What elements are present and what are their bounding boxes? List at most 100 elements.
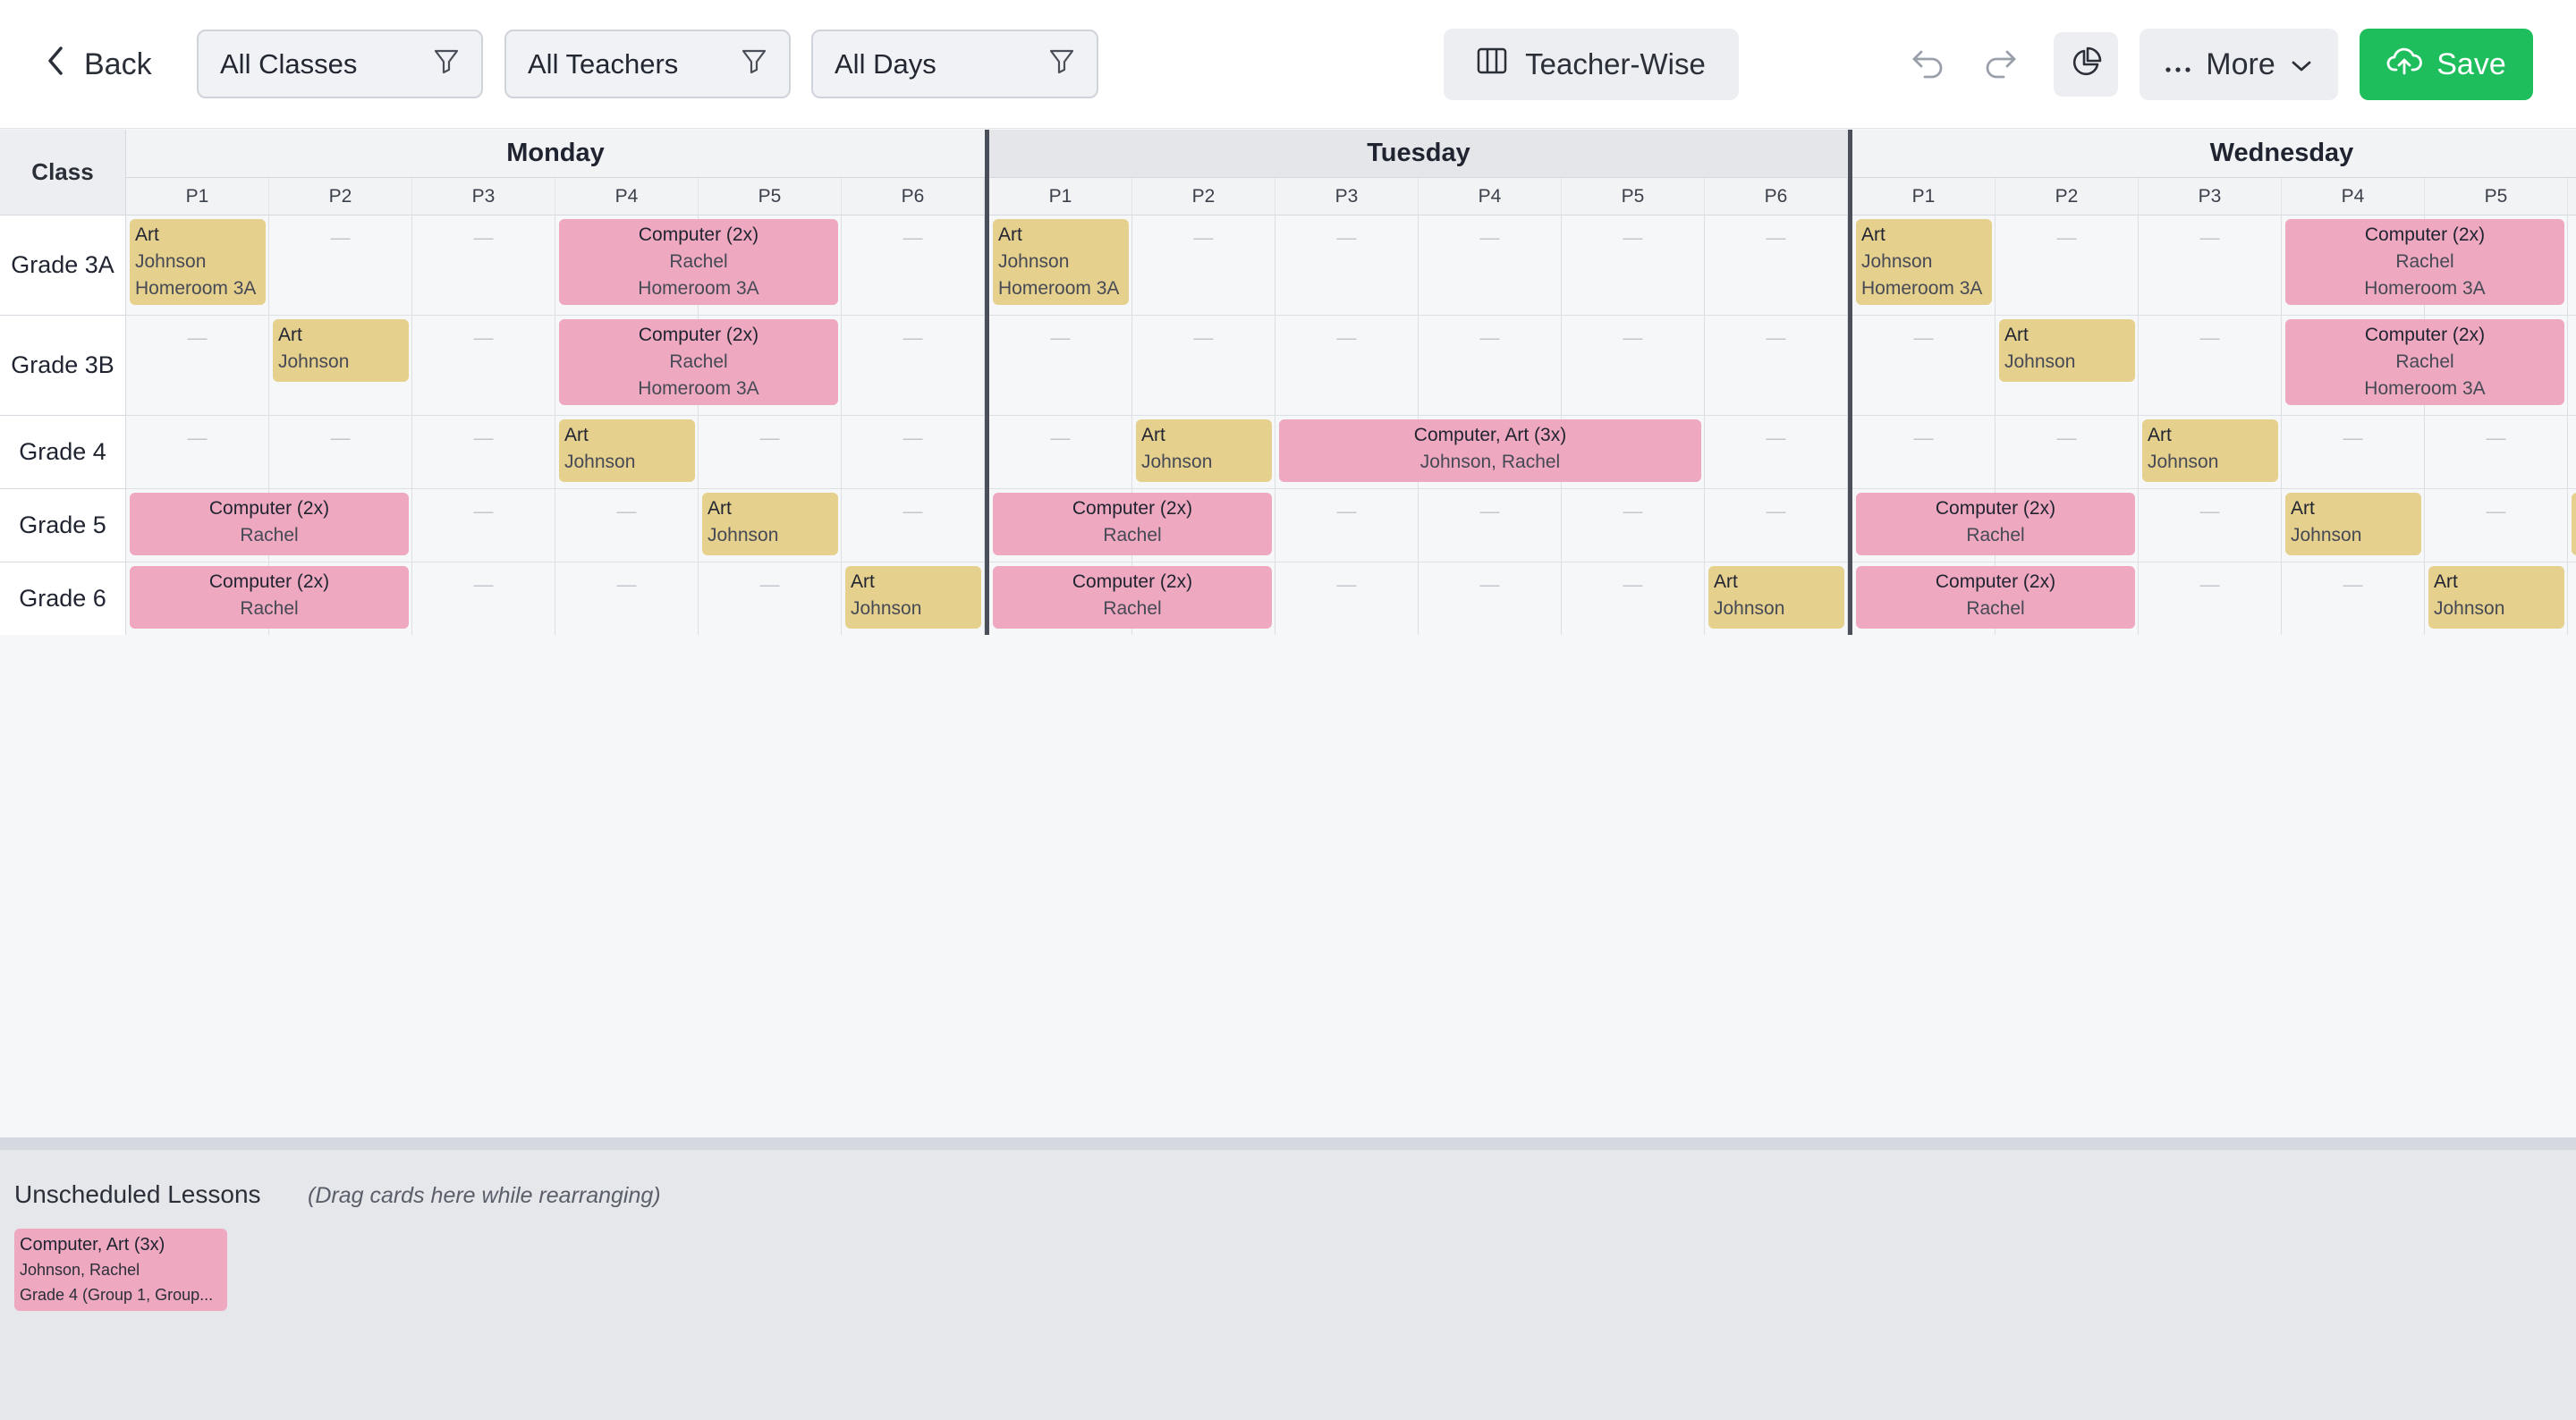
view-mode-button[interactable]: Teacher-Wise bbox=[1444, 29, 1739, 100]
lesson-card-art[interactable]: ArtJohnson bbox=[273, 319, 409, 382]
unscheduled-lessons-panel[interactable]: Unscheduled Lessons (Drag cards here whi… bbox=[0, 1137, 2576, 1420]
timetable-cell[interactable]: — bbox=[412, 316, 555, 416]
lesson-card-art[interactable]: ArtJohnson bbox=[2572, 493, 2576, 555]
timetable-cell[interactable]: — bbox=[699, 416, 842, 489]
empty-slot-marker: — bbox=[2199, 500, 2220, 522]
timetable-cell[interactable]: — bbox=[1562, 316, 1705, 416]
timetable-cell[interactable]: — bbox=[269, 216, 412, 316]
lesson-card-computer[interactable]: Computer (2x) Rachel Homeroom 3A bbox=[2285, 219, 2564, 305]
lesson-card-art[interactable]: Art Johnson Homeroom 3A bbox=[993, 219, 1129, 305]
redo-button[interactable] bbox=[1975, 39, 2025, 89]
timetable-cell[interactable]: — bbox=[412, 216, 555, 316]
timetable-cell[interactable]: — bbox=[1132, 216, 1275, 316]
timetable-cell[interactable]: — bbox=[1705, 416, 1848, 489]
lesson-card-computer[interactable]: Computer (2x) Rachel bbox=[993, 493, 1272, 555]
timetable-cell[interactable]: — bbox=[1705, 316, 1848, 416]
unscheduled-lesson-card[interactable]: Computer, Art (3x) Johnson, Rachel Grade… bbox=[14, 1229, 227, 1311]
timetable-cell[interactable]: — bbox=[1996, 216, 2139, 316]
timetable-cell[interactable]: — bbox=[1419, 562, 1562, 635]
timetable-cell[interactable]: — bbox=[2139, 562, 2282, 635]
period-header: P1 bbox=[1852, 178, 1996, 216]
lesson-card-computer[interactable]: Computer (2x) Rachel Homeroom 3A bbox=[2285, 319, 2564, 405]
timetable-cell[interactable]: — bbox=[989, 416, 1132, 489]
lesson-card-computer[interactable]: Computer (2x) Rachel Homeroom 3A bbox=[559, 319, 838, 405]
lesson-card-art[interactable]: ArtJohnson bbox=[1136, 419, 1272, 482]
back-button[interactable]: Back bbox=[43, 32, 152, 97]
timetable-cell[interactable]: — bbox=[555, 562, 699, 635]
lesson-card-art[interactable]: ArtJohnson bbox=[2285, 493, 2421, 555]
lesson-card-computer[interactable]: Computer (2x) Rachel bbox=[1856, 566, 2135, 629]
timetable-cell[interactable]: — bbox=[842, 416, 985, 489]
timetable-cell[interactable]: — bbox=[1275, 216, 1419, 316]
timetable-cell[interactable]: — bbox=[412, 416, 555, 489]
timetable-cell[interactable]: — bbox=[1419, 216, 1562, 316]
stats-button[interactable] bbox=[2054, 32, 2118, 97]
timetable-cell[interactable]: — bbox=[412, 562, 555, 635]
timetable-cell[interactable]: — bbox=[2282, 416, 2425, 489]
lesson-card-computer[interactable]: Computer (2x) Rachel bbox=[993, 566, 1272, 629]
timetable-cell[interactable]: — bbox=[2568, 316, 2576, 416]
empty-slot-marker: — bbox=[1766, 500, 1786, 522]
timetable-cell[interactable]: — bbox=[2139, 316, 2282, 416]
lesson-card-art[interactable]: ArtJohnson bbox=[845, 566, 981, 629]
timetable-cell[interactable]: — bbox=[1562, 489, 1705, 562]
timetable-cell[interactable]: — bbox=[1275, 489, 1419, 562]
timetable-cell[interactable]: — bbox=[2139, 216, 2282, 316]
empty-slot-marker: — bbox=[616, 573, 637, 596]
timetable-cell[interactable]: — bbox=[2425, 489, 2568, 562]
timetable-cell[interactable]: — bbox=[2282, 562, 2425, 635]
teacher-filter[interactable]: All Teachers bbox=[504, 30, 791, 98]
timetable-cell[interactable]: — bbox=[842, 316, 985, 416]
timetable-cell[interactable]: — bbox=[1996, 416, 2139, 489]
chevron-left-icon bbox=[43, 45, 68, 85]
save-button[interactable]: Save bbox=[2360, 29, 2533, 100]
timetable-cell[interactable]: — bbox=[412, 489, 555, 562]
class-row-label: Grade 4 bbox=[0, 416, 126, 489]
timetable-cell[interactable]: — bbox=[1705, 216, 1848, 316]
empty-slot-marker: — bbox=[2486, 500, 2506, 522]
timetable-cell[interactable]: — bbox=[126, 416, 269, 489]
timetable-cell[interactable]: — bbox=[1562, 216, 1705, 316]
day-filter[interactable]: All Days bbox=[811, 30, 1098, 98]
lesson-card-art[interactable]: ArtJohnson bbox=[1999, 319, 2135, 382]
lesson-card-art[interactable]: ArtJohnson bbox=[2142, 419, 2278, 482]
lesson-card-art[interactable]: Art Johnson Homeroom 3A bbox=[1856, 219, 1992, 305]
timetable-cell[interactable]: — bbox=[2425, 416, 2568, 489]
empty-slot-marker: — bbox=[902, 500, 923, 522]
timetable-cell[interactable]: — bbox=[1852, 316, 1996, 416]
timetable-cell[interactable]: — bbox=[842, 489, 985, 562]
lesson-card-computer[interactable]: Computer, Art (3x) Johnson, Rachel bbox=[1279, 419, 1701, 482]
class-row-label: Grade 3A bbox=[0, 216, 126, 316]
timetable-cell[interactable]: — bbox=[2568, 562, 2576, 635]
timetable-cell[interactable]: — bbox=[1419, 316, 1562, 416]
timetable-cell[interactable]: — bbox=[2139, 489, 2282, 562]
timetable-cell[interactable]: — bbox=[126, 316, 269, 416]
lesson-card-art[interactable]: Art Johnson Homeroom 3A bbox=[130, 219, 266, 305]
lesson-card-computer[interactable]: Computer (2x) Rachel Homeroom 3A bbox=[559, 219, 838, 305]
timetable-cell[interactable]: — bbox=[2568, 216, 2576, 316]
lesson-card-computer[interactable]: Computer (2x) Rachel bbox=[130, 566, 409, 629]
timetable-cell[interactable]: — bbox=[1275, 316, 1419, 416]
timetable-cell[interactable]: — bbox=[555, 489, 699, 562]
timetable-cell[interactable]: — bbox=[2568, 416, 2576, 489]
timetable-cell[interactable]: — bbox=[1852, 416, 1996, 489]
more-menu-button[interactable]: More bbox=[2140, 29, 2338, 100]
timetable-cell[interactable]: — bbox=[269, 416, 412, 489]
timetable-cell[interactable]: — bbox=[699, 562, 842, 635]
timetable-cell[interactable]: — bbox=[1275, 562, 1419, 635]
lesson-subject: Computer (2x) bbox=[638, 224, 759, 245]
timetable-cell[interactable]: — bbox=[989, 316, 1132, 416]
timetable-cell[interactable]: — bbox=[1132, 316, 1275, 416]
timetable-cell[interactable]: — bbox=[1419, 489, 1562, 562]
class-filter[interactable]: All Classes bbox=[197, 30, 483, 98]
lesson-card-computer[interactable]: Computer (2x) Rachel bbox=[130, 493, 409, 555]
lesson-card-computer[interactable]: Computer (2x) Rachel bbox=[1856, 493, 2135, 555]
lesson-card-art[interactable]: ArtJohnson bbox=[2428, 566, 2564, 629]
lesson-card-art[interactable]: ArtJohnson bbox=[1708, 566, 1844, 629]
timetable-cell[interactable]: — bbox=[1562, 562, 1705, 635]
timetable-cell[interactable]: — bbox=[842, 216, 985, 316]
undo-button[interactable] bbox=[1903, 39, 1953, 89]
lesson-card-art[interactable]: ArtJohnson bbox=[559, 419, 695, 482]
timetable-cell[interactable]: — bbox=[1705, 489, 1848, 562]
lesson-card-art[interactable]: ArtJohnson bbox=[702, 493, 838, 555]
